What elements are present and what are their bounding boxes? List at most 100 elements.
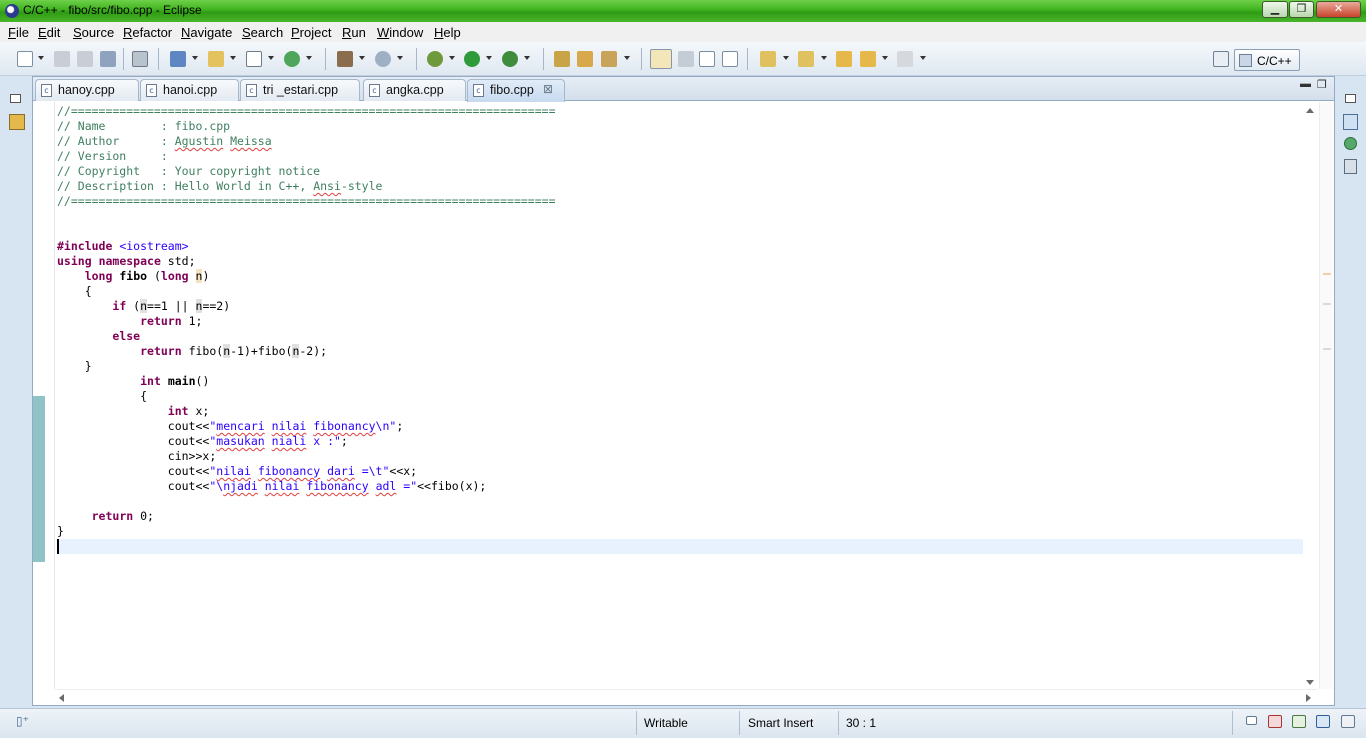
external-tools-dropdown-icon[interactable] <box>524 56 530 60</box>
debug-dropdown-icon[interactable] <box>449 56 455 60</box>
menu-search[interactable]: Search <box>242 25 283 40</box>
maximize-editor-icon[interactable]: ❐ <box>1317 78 1327 91</box>
menu-navigate[interactable]: Navigate <box>181 25 232 40</box>
open-type-icon[interactable] <box>554 51 570 67</box>
forward-icon[interactable] <box>897 51 913 67</box>
code-line: return fibo(n-1)+fibo(n-2); <box>140 344 328 358</box>
menu-run[interactable]: Run <box>342 25 366 40</box>
scroll-left-icon[interactable] <box>59 694 64 702</box>
new-folder-dropdown-icon[interactable] <box>230 56 236 60</box>
print-icon[interactable] <box>100 51 116 67</box>
build-icon[interactable] <box>337 51 353 67</box>
build-config-icon[interactable] <box>375 51 391 67</box>
close-button[interactable]: ✕ <box>1316 1 1361 18</box>
code-line: } <box>57 359 92 373</box>
code-line: // Version : <box>57 149 168 163</box>
new-dropdown-icon[interactable] <box>38 56 44 60</box>
build-dropdown-icon[interactable] <box>359 56 365 60</box>
tab-hanoy[interactable]: c hanoy.cpp <box>35 79 139 101</box>
project-explorer-icon[interactable] <box>9 114 25 130</box>
run-icon[interactable] <box>464 51 480 67</box>
new-file-icon[interactable] <box>284 51 300 67</box>
menu-file[interactable]: File <box>8 25 29 40</box>
restore-icon[interactable] <box>1246 716 1257 725</box>
new-file-dropdown-icon[interactable] <box>306 56 312 60</box>
new-folder-icon[interactable] <box>208 51 224 67</box>
debug-icon[interactable] <box>427 51 443 67</box>
outline-icon[interactable] <box>1343 114 1358 130</box>
show-block-icon[interactable] <box>722 51 738 67</box>
previous-annotation-dropdown-icon[interactable] <box>821 56 827 60</box>
scroll-right-icon[interactable] <box>1306 694 1311 702</box>
code-line: else <box>112 329 141 343</box>
occurrence-marker[interactable] <box>1323 348 1331 350</box>
search-icon[interactable] <box>601 51 617 67</box>
tab-label: hanoy.cpp <box>58 83 115 97</box>
new-project-icon[interactable] <box>170 51 186 67</box>
close-tab-icon[interactable]: ⊠ <box>543 82 553 96</box>
search-dropdown-icon[interactable] <box>624 56 630 60</box>
minimize-editor-icon[interactable]: ▬ <box>1300 78 1311 90</box>
scroll-down-icon[interactable] <box>1306 680 1314 685</box>
occurrence-marker[interactable] <box>1323 303 1331 305</box>
make-targets-icon[interactable] <box>1344 137 1357 150</box>
new-class-dropdown-icon[interactable] <box>268 56 274 60</box>
menu-source[interactable]: Source <box>73 25 114 40</box>
forward-dropdown-icon[interactable] <box>920 56 926 60</box>
problems-icon[interactable] <box>1268 715 1282 728</box>
minimize-button[interactable]: ▁ <box>1262 1 1288 18</box>
back-dropdown-icon[interactable] <box>882 56 888 60</box>
properties-icon[interactable] <box>1341 715 1355 728</box>
menu-refactor[interactable]: Refactor <box>123 25 172 40</box>
code-line: cin>>x; <box>57 449 217 463</box>
code-editor[interactable]: //======================================… <box>57 104 1303 689</box>
tasks-icon[interactable] <box>1344 159 1357 174</box>
change-indicator <box>33 396 45 562</box>
overview-ruler[interactable] <box>1319 102 1333 689</box>
run-dropdown-icon[interactable] <box>486 56 492 60</box>
next-annotation-dropdown-icon[interactable] <box>783 56 789 60</box>
menu-project[interactable]: Project <box>291 25 331 40</box>
toggle-highlight-icon[interactable] <box>678 51 694 67</box>
tab-tri-estari[interactable]: c tri _estari.cpp <box>240 79 360 101</box>
save-icon[interactable] <box>54 51 70 67</box>
back-icon[interactable] <box>860 51 876 67</box>
last-edit-icon[interactable] <box>836 51 852 67</box>
restore-icon[interactable] <box>1345 94 1356 103</box>
binary-icon[interactable] <box>132 51 148 67</box>
new-icon[interactable] <box>17 51 33 67</box>
main-toolbar: C/C++ <box>0 42 1366 76</box>
new-class-icon[interactable] <box>246 51 262 67</box>
open-element-icon[interactable] <box>577 51 593 67</box>
perspective-cpp-button[interactable]: C/C++ <box>1234 49 1300 71</box>
tab-angka[interactable]: c angka.cpp <box>363 79 466 101</box>
mark-occurrences-icon[interactable] <box>650 49 672 69</box>
console-icon[interactable] <box>1316 715 1330 728</box>
scroll-up-icon[interactable] <box>1306 108 1314 113</box>
code-line: { <box>57 389 148 403</box>
horizontal-scrollbar[interactable] <box>55 689 1317 705</box>
tab-hanoi[interactable]: c hanoi.cpp <box>140 79 239 101</box>
show-whitespace-icon[interactable] <box>699 51 715 67</box>
next-annotation-icon[interactable] <box>760 51 776 67</box>
menu-help[interactable]: Help <box>434 25 461 40</box>
tasks-icon[interactable] <box>1292 715 1306 728</box>
current-line[interactable] <box>57 539 1303 554</box>
save-all-icon[interactable] <box>77 51 93 67</box>
previous-annotation-icon[interactable] <box>798 51 814 67</box>
external-tools-icon[interactable] <box>502 51 518 67</box>
fast-view-icon[interactable]: ▯⁺ <box>16 715 30 728</box>
cpp-file-icon: c <box>246 84 257 97</box>
new-project-dropdown-icon[interactable] <box>192 56 198 60</box>
menu-edit[interactable]: Edit <box>38 25 60 40</box>
code-line: cout<<"mencari nilai fibonancy\n"; <box>57 419 404 433</box>
menu-window[interactable]: Window <box>377 25 423 40</box>
open-perspective-icon[interactable] <box>1213 51 1229 67</box>
restore-icon[interactable] <box>10 94 21 103</box>
vertical-scrollbar[interactable] <box>1303 102 1317 689</box>
tab-fibo[interactable]: c fibo.cpp ⊠ <box>467 79 565 102</box>
maximize-button[interactable]: ❐ <box>1289 1 1314 18</box>
right-minimized-views <box>1338 80 1364 190</box>
occurrence-marker[interactable] <box>1323 273 1331 275</box>
build-config-dropdown-icon[interactable] <box>397 56 403 60</box>
